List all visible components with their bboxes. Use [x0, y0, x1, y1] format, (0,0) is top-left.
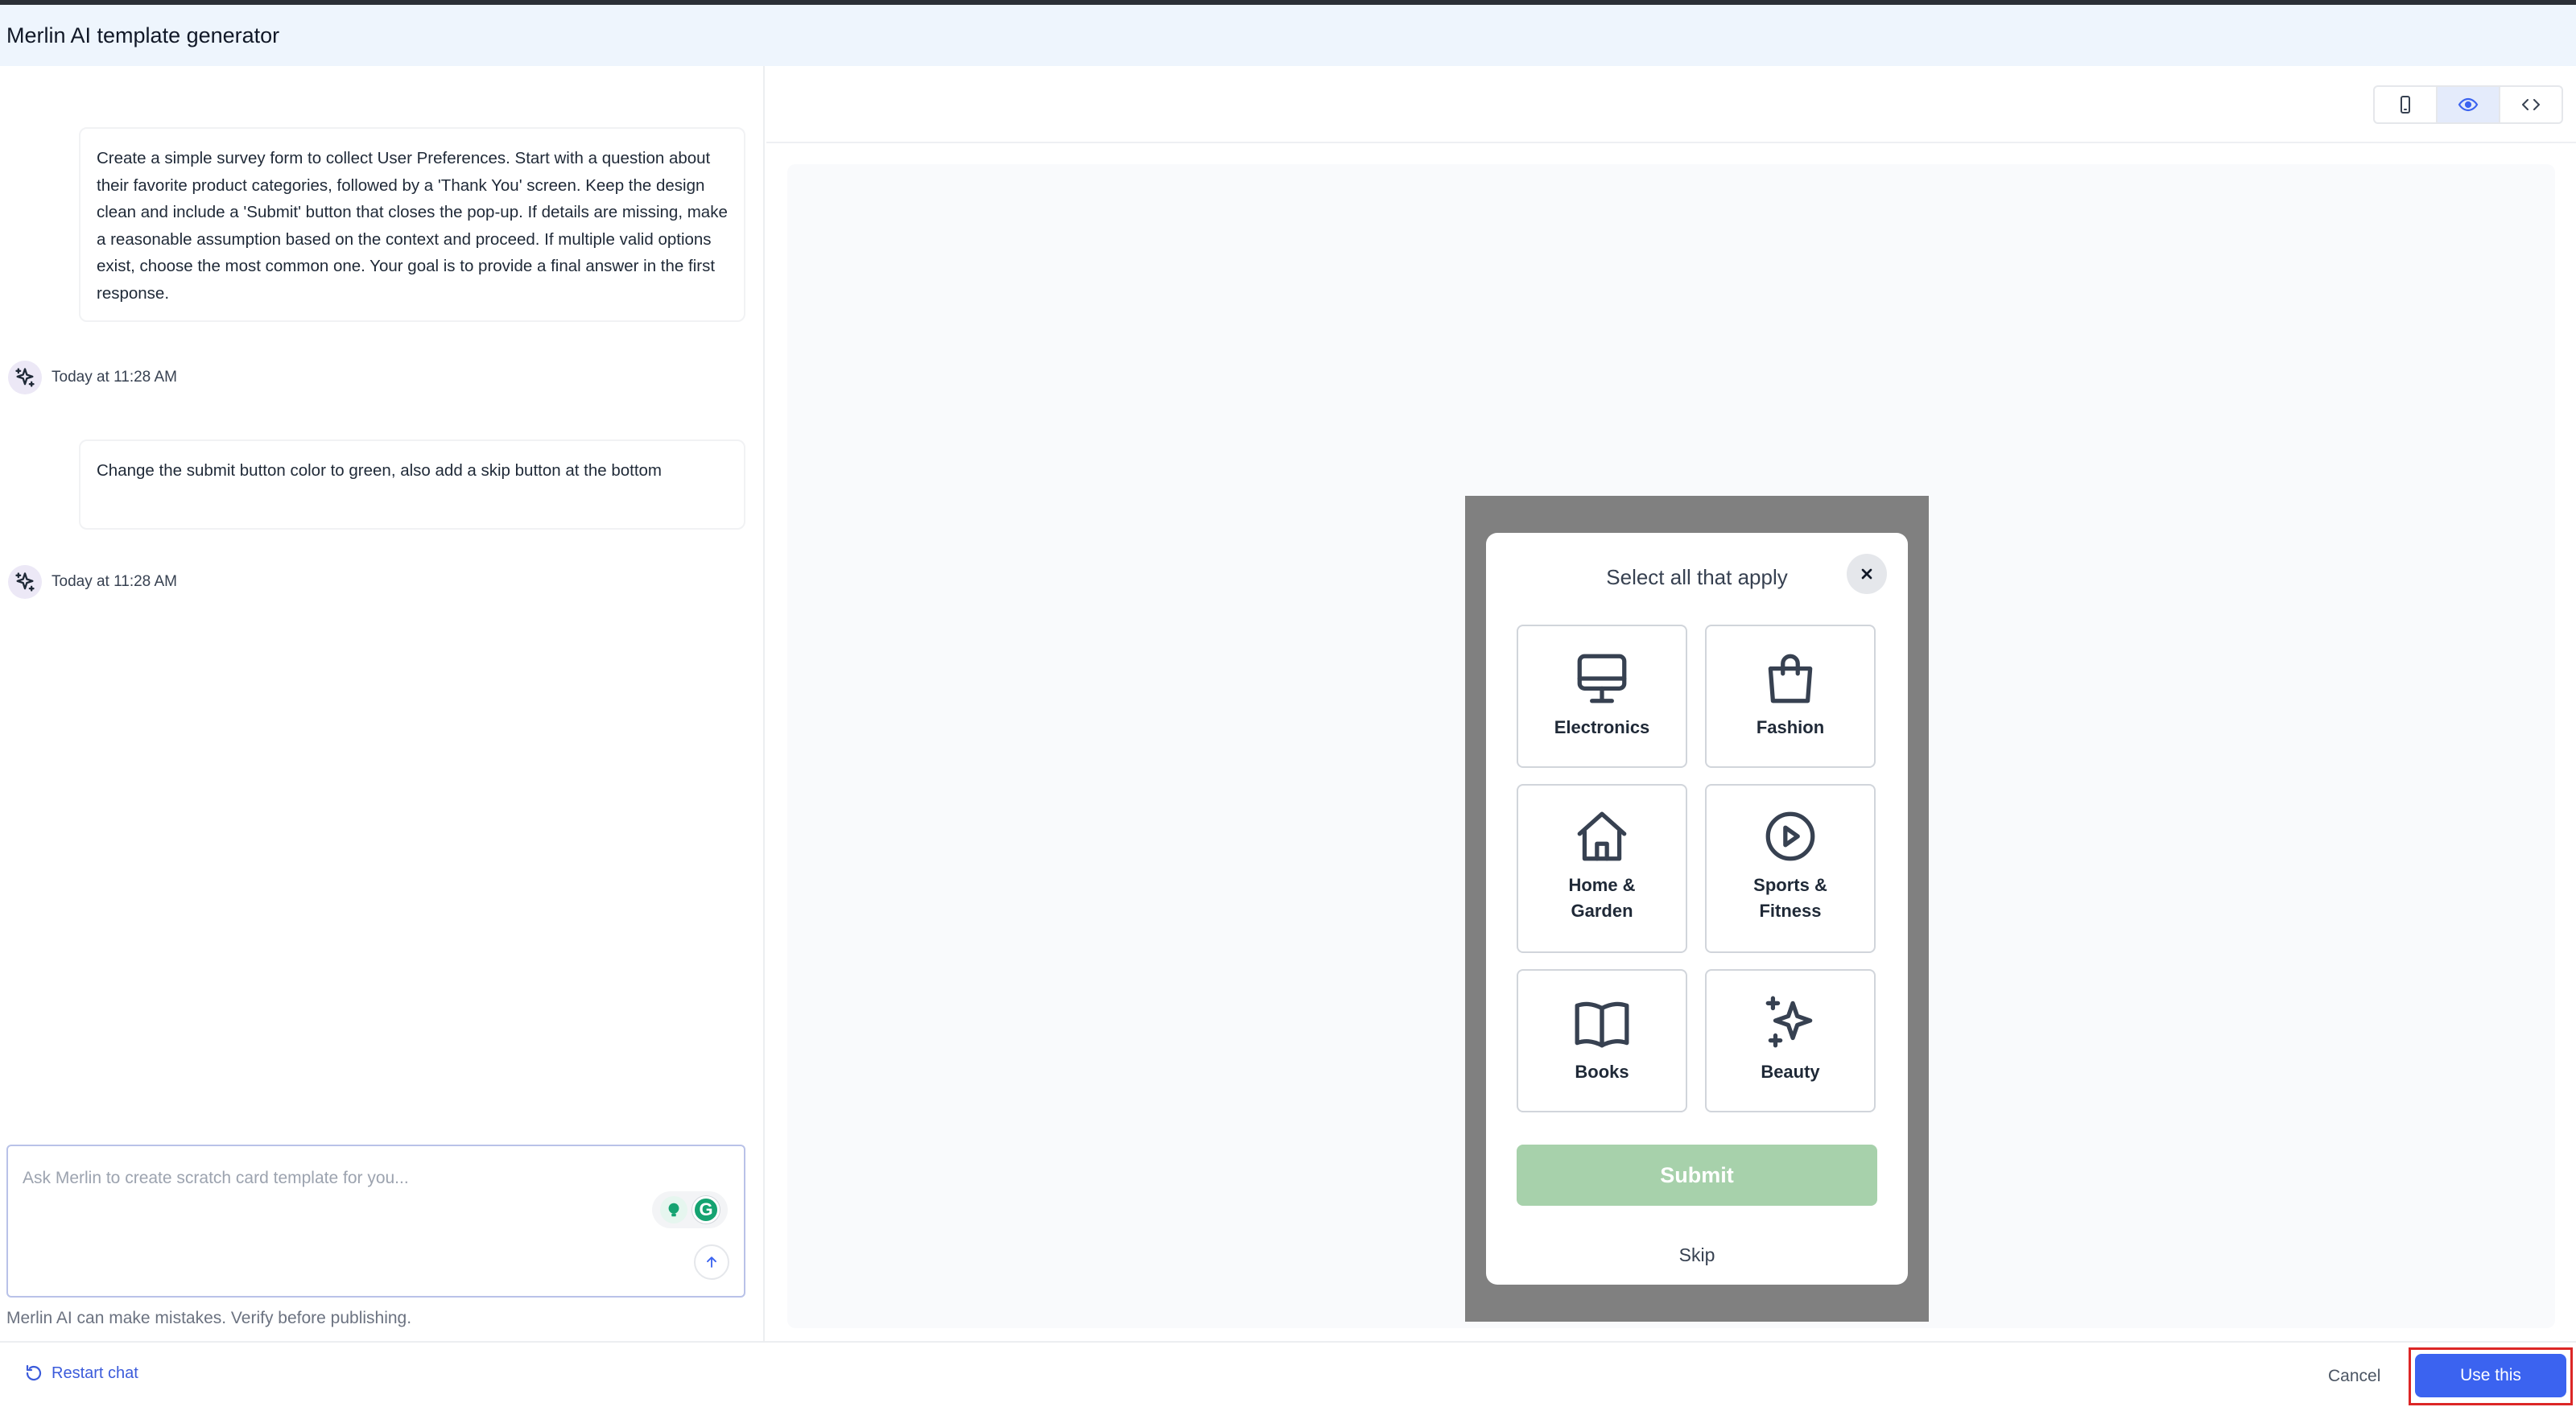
view-mode-toggle: [2373, 85, 2563, 124]
option-fashion[interactable]: Fashion: [1705, 625, 1876, 768]
cancel-button[interactable]: Cancel: [2328, 1367, 2380, 1386]
mobile-icon: [2401, 96, 2410, 113]
popup-title: Select all that apply: [1606, 565, 1788, 589]
option-sports-fitness[interactable]: Sports & Fitness: [1705, 784, 1876, 953]
skip-button[interactable]: Skip: [1486, 1244, 1908, 1266]
close-button[interactable]: [1847, 554, 1887, 594]
user-message: Change the submit button color to green,…: [79, 439, 745, 530]
lightbulb-icon[interactable]: [660, 1196, 687, 1223]
app-title: Merlin AI template generator: [6, 23, 280, 47]
ai-response: Today at 11:28 AM: [8, 361, 177, 394]
ai-response-timestamp: Today at 11:28 AM: [52, 369, 177, 386]
arrow-up-icon: [707, 1256, 716, 1268]
restart-chat-button[interactable]: Restart chat: [24, 1364, 138, 1383]
option-label: Home & Garden: [1568, 875, 1636, 921]
sparkles-icon: [8, 361, 42, 394]
monitor-icon: [1577, 654, 1627, 704]
close-icon: [1861, 568, 1872, 580]
ai-response: Today at 11:28 AM: [8, 565, 177, 599]
sparkles-icon: [8, 565, 42, 599]
play-circle-icon: [1765, 811, 1815, 861]
shopping-bag-icon: [1768, 654, 1813, 704]
use-this-button[interactable]: Use this: [2415, 1354, 2566, 1397]
preview-canvas: Select all that apply Electronics Fashio…: [787, 164, 2555, 1328]
book-icon: [1575, 1001, 1629, 1048]
submit-button[interactable]: Submit: [1517, 1145, 1877, 1206]
send-button[interactable]: [694, 1244, 729, 1280]
option-home-garden[interactable]: Home & Garden: [1517, 784, 1687, 953]
ai-response-timestamp: Today at 11:28 AM: [52, 573, 177, 590]
home-icon: [1577, 811, 1627, 861]
popup-overlay: Select all that apply Electronics Fashio…: [1465, 496, 1929, 1322]
option-label: Books: [1575, 1062, 1629, 1082]
eye-icon: [2458, 97, 2479, 112]
sparkles-icon: [1765, 996, 1813, 1048]
grammarly-icon[interactable]: G: [692, 1196, 720, 1223]
user-message: Create a simple survey form to collect U…: [79, 127, 745, 322]
disclaimer-text: Merlin AI can make mistakes. Verify befo…: [6, 1309, 412, 1327]
restart-chat-label: Restart chat: [52, 1364, 138, 1382]
app-header: Merlin AI template generator: [0, 5, 2576, 66]
option-beauty[interactable]: Beauty: [1705, 969, 1876, 1112]
chat-input-box: G: [6, 1145, 745, 1298]
option-label: Sports & Fitness: [1753, 875, 1827, 921]
refresh-icon: [26, 1364, 42, 1381]
code-icon: [2522, 99, 2540, 110]
mobile-view-button[interactable]: [2375, 87, 2438, 122]
survey-popup: Select all that apply Electronics Fashio…: [1486, 533, 1908, 1285]
option-electronics[interactable]: Electronics: [1517, 625, 1687, 768]
code-view-button[interactable]: [2500, 87, 2562, 122]
preview-panel: Select all that apply Electronics Fashio…: [766, 66, 2576, 1341]
option-label: Beauty: [1761, 1062, 1820, 1082]
chat-panel: Create a simple survey form to collect U…: [0, 66, 765, 1341]
option-books[interactable]: Books: [1517, 969, 1687, 1112]
preview-view-button[interactable]: [2438, 87, 2500, 122]
option-label: Fashion: [1756, 717, 1825, 737]
option-label: Electronics: [1554, 717, 1650, 737]
footer-bar: Restart chat Cancel Use this: [0, 1341, 2576, 1407]
browser-extensions: G: [652, 1191, 728, 1228]
toolbar-divider: [766, 142, 2576, 143]
chat-input[interactable]: [23, 1162, 634, 1195]
